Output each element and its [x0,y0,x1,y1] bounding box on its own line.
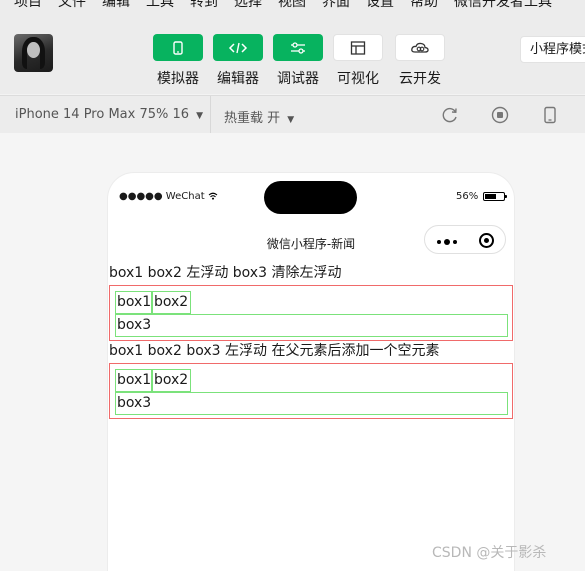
stop-icon[interactable] [491,106,509,124]
battery-status: 56% [456,191,508,202]
menu-item[interactable]: 工具 [146,0,174,11]
box3: box3 [115,314,508,337]
menu-item[interactable]: 微信开发者工具 [454,0,552,11]
menu-item[interactable]: 选择 [234,0,262,11]
section1-container: box1 box2 box3 [109,285,513,341]
simulator-tool[interactable]: 模拟器 [153,34,203,88]
caret-down-icon: ▼ [287,115,295,125]
box3: box3 [115,392,508,415]
menu-bar: 项目 文件 编辑 工具 转到 选择 视图 界面 设置 帮助 微信开发者工具 [0,0,585,14]
device-select-label: iPhone 14 Pro Max 75% 16 [15,107,190,122]
status-bar: ●●●●● WeChat 56% [108,173,514,221]
cloud-button[interactable] [395,34,445,61]
refresh-icon[interactable] [441,106,459,124]
battery-percent: 56% [456,191,479,202]
layout-icon [350,40,366,55]
device-bar: iPhone 14 Pro Max 75% 16 ▼ 热重载 开 ▼ [0,95,585,133]
editor-tool[interactable]: 编辑器 [213,34,263,88]
dynamic-island [264,181,357,214]
menu-item[interactable]: 编辑 [102,0,130,11]
section2-container: box1 box2 box3 [109,363,513,419]
avatar-face [27,42,40,58]
carrier-label: ●●●●● WeChat [119,191,205,202]
visual-label: 可视化 [337,71,379,87]
hot-reload-label: 热重载 开 [224,111,281,126]
more-icon[interactable] [437,239,457,245]
capsule-menu[interactable] [424,225,506,254]
menu-item[interactable]: 项目 [14,0,42,11]
debugger-tool[interactable]: 调试器 [273,34,323,88]
page-content: box1 box2 左浮动 box3 清除左浮动 box1 box2 box3 … [109,264,513,419]
toolbar: 模拟器 编辑器 调试器 可视化 云开发 小程序模式 [0,14,585,94]
mode-select[interactable]: 小程序模式 [520,36,585,63]
menu-item[interactable]: 转到 [190,0,218,11]
box2: box2 [152,369,191,392]
cloud-label: 云开发 [399,71,441,87]
menu-item[interactable]: 设置 [366,0,394,11]
box1: box1 [115,291,152,314]
section2-heading: box1 box2 box3 左浮动 在父元素后添加一个空元素 [109,343,440,359]
menu-item[interactable]: 文件 [58,0,86,11]
simulator-button[interactable] [153,34,203,61]
box2: box2 [152,291,191,314]
cloud-icon [411,42,429,53]
section1-heading: box1 box2 左浮动 box3 清除左浮动 [109,265,342,281]
menu-items: 项目 文件 编辑 工具 转到 选择 视图 界面 设置 帮助 微信开发者工具 [14,0,552,11]
carrier-text: ●●●●● WeChat [119,191,218,202]
code-icon [228,42,248,53]
hot-reload-select[interactable]: 热重载 开 ▼ [224,107,294,126]
phone-preview-icon[interactable] [541,106,559,124]
close-target-icon[interactable] [479,233,494,248]
debugger-button[interactable] [273,34,323,61]
cloud-tool[interactable]: 云开发 [395,34,445,88]
menu-item[interactable]: 帮助 [410,0,438,11]
phone-frame: ●●●●● WeChat 56% 微信小程序-新闻 box1 box2 左浮动 … [108,173,514,571]
device-select[interactable]: iPhone 14 Pro Max 75% 16 ▼ [15,107,203,122]
phone-icon [173,40,183,55]
editor-button[interactable] [213,34,263,61]
menu-item[interactable]: 界面 [322,0,350,11]
wifi-icon [208,192,218,200]
box1: box1 [115,369,152,392]
avatar[interactable] [14,34,53,72]
simulator-stage: ●●●●● WeChat 56% 微信小程序-新闻 box1 box2 左浮动 … [0,133,585,571]
watermark: CSDN @关于影杀 [432,545,547,561]
battery-icon [483,192,508,201]
visual-tool[interactable]: 可视化 [333,34,383,88]
caret-down-icon: ▼ [196,111,204,121]
divider [210,96,211,133]
sliders-icon [291,41,305,54]
menu-item[interactable]: 视图 [278,0,306,11]
visual-button[interactable] [333,34,383,61]
